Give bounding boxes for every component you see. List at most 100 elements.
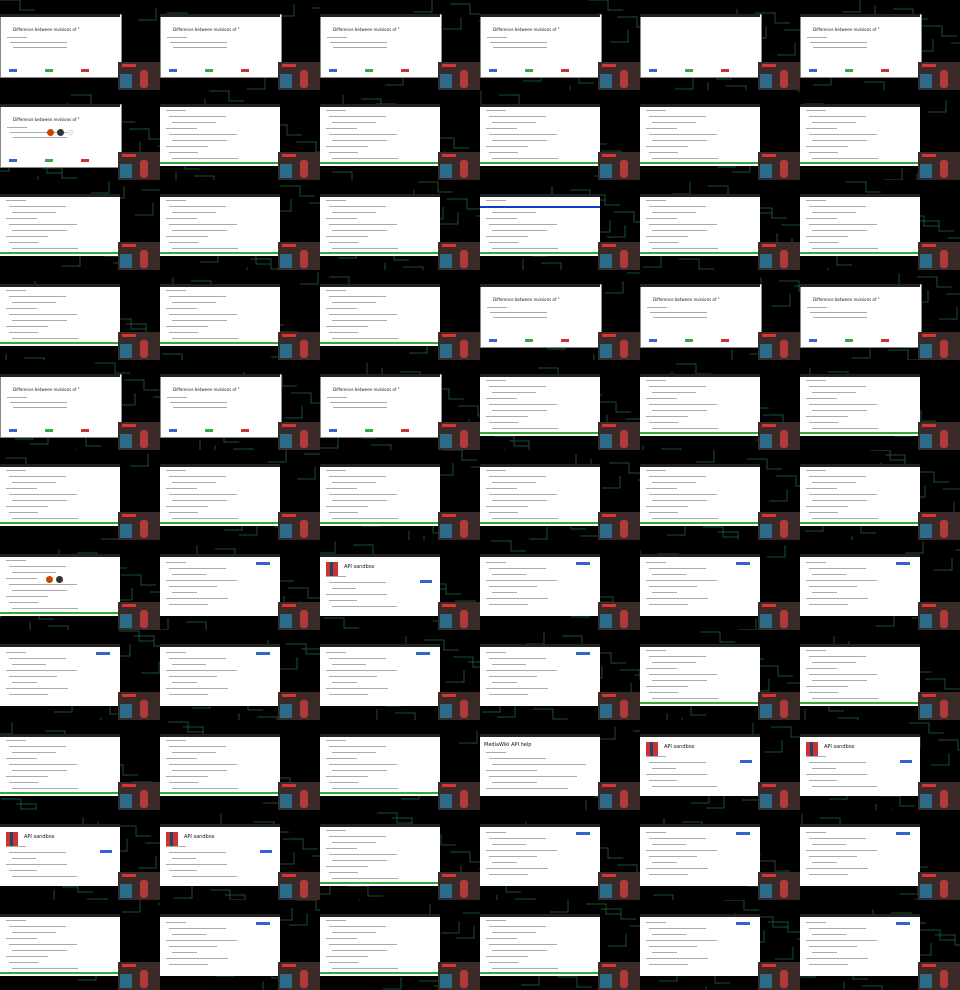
text-line bbox=[809, 692, 838, 693]
text-line bbox=[806, 832, 826, 833]
text-line bbox=[169, 314, 237, 315]
green-button[interactable] bbox=[525, 69, 533, 72]
text-line bbox=[812, 844, 846, 845]
red-button[interactable] bbox=[881, 339, 889, 342]
green-button[interactable] bbox=[45, 159, 53, 162]
blue-button[interactable] bbox=[329, 429, 337, 432]
blue-button[interactable] bbox=[649, 339, 657, 342]
figure bbox=[940, 790, 948, 808]
figure bbox=[300, 700, 308, 718]
blue-button[interactable] bbox=[489, 339, 497, 342]
red-sign bbox=[282, 64, 296, 67]
figure bbox=[940, 70, 948, 88]
text-line bbox=[492, 862, 517, 863]
text-line bbox=[169, 694, 208, 695]
app-icon[interactable] bbox=[56, 576, 63, 583]
red-button[interactable] bbox=[721, 339, 729, 342]
submit-button[interactable] bbox=[740, 760, 752, 763]
form-button[interactable] bbox=[576, 652, 590, 655]
blue-button[interactable] bbox=[169, 429, 177, 432]
form-button[interactable] bbox=[256, 652, 270, 655]
wikipedia-logo bbox=[166, 832, 178, 846]
text-line bbox=[169, 964, 208, 965]
red-button[interactable] bbox=[881, 69, 889, 72]
red-button[interactable] bbox=[561, 69, 569, 72]
video-thumbnail bbox=[438, 332, 480, 360]
text-line bbox=[812, 786, 877, 787]
form-button[interactable] bbox=[736, 562, 750, 565]
text-line bbox=[6, 326, 48, 327]
video-thumbnail bbox=[118, 872, 160, 900]
red-button[interactable] bbox=[81, 69, 89, 72]
red-button[interactable] bbox=[721, 69, 729, 72]
blue-button[interactable] bbox=[169, 69, 177, 72]
form-button[interactable] bbox=[736, 922, 750, 925]
red-button[interactable] bbox=[561, 339, 569, 342]
green-button[interactable] bbox=[845, 69, 853, 72]
red-button[interactable] bbox=[241, 429, 249, 432]
app-icon[interactable] bbox=[67, 129, 74, 136]
blue-button[interactable] bbox=[9, 69, 17, 72]
red-button[interactable] bbox=[401, 69, 409, 72]
green-button[interactable] bbox=[845, 339, 853, 342]
green-button[interactable] bbox=[205, 69, 213, 72]
green-button[interactable] bbox=[685, 69, 693, 72]
text-line bbox=[169, 676, 217, 677]
green-button[interactable] bbox=[525, 339, 533, 342]
text-line bbox=[12, 482, 56, 483]
form-button[interactable] bbox=[896, 922, 910, 925]
video-thumbnail bbox=[758, 962, 800, 990]
screenshot-tile: Difference between revisions of " bbox=[800, 0, 960, 90]
red-button[interactable] bbox=[81, 429, 89, 432]
form-button[interactable] bbox=[896, 562, 910, 565]
red-button[interactable] bbox=[241, 69, 249, 72]
figure bbox=[300, 790, 308, 808]
figure bbox=[140, 610, 148, 628]
form-button[interactable] bbox=[256, 922, 270, 925]
form-button[interactable] bbox=[736, 832, 750, 835]
blue-button[interactable] bbox=[649, 69, 657, 72]
green-button[interactable] bbox=[365, 69, 373, 72]
window-panel bbox=[640, 824, 760, 886]
green-button[interactable] bbox=[685, 339, 693, 342]
blue-button[interactable] bbox=[329, 69, 337, 72]
form-button[interactable] bbox=[576, 562, 590, 565]
app-icon[interactable] bbox=[57, 129, 64, 136]
text-line bbox=[809, 856, 857, 857]
video-thumbnail bbox=[758, 512, 800, 540]
blue-button[interactable] bbox=[9, 159, 17, 162]
window-topbar bbox=[640, 554, 760, 557]
text-line bbox=[9, 566, 66, 567]
blue-button[interactable] bbox=[9, 429, 17, 432]
form-button[interactable] bbox=[96, 652, 110, 655]
submit-button[interactable] bbox=[100, 850, 112, 853]
text-line bbox=[486, 380, 506, 381]
text-line bbox=[169, 852, 226, 853]
green-button[interactable] bbox=[205, 429, 213, 432]
form-button[interactable] bbox=[256, 562, 270, 565]
blue-button[interactable] bbox=[809, 69, 817, 72]
red-button[interactable] bbox=[81, 159, 89, 162]
app-icon[interactable] bbox=[46, 576, 53, 583]
text-line bbox=[332, 842, 376, 843]
green-button[interactable] bbox=[45, 429, 53, 432]
blue-button[interactable] bbox=[489, 69, 497, 72]
form-button[interactable] bbox=[576, 832, 590, 835]
submit-button[interactable] bbox=[900, 760, 912, 763]
text-line bbox=[326, 920, 346, 921]
form-button[interactable] bbox=[896, 832, 910, 835]
text-line bbox=[812, 212, 856, 213]
form-button[interactable] bbox=[416, 652, 430, 655]
submit-button[interactable] bbox=[260, 850, 272, 853]
green-button[interactable] bbox=[365, 429, 373, 432]
submit-button[interactable] bbox=[420, 580, 432, 583]
green-button[interactable] bbox=[45, 69, 53, 72]
blue-button[interactable] bbox=[809, 339, 817, 342]
red-button[interactable] bbox=[401, 429, 409, 432]
blue-block bbox=[280, 884, 292, 898]
text-line bbox=[809, 404, 877, 405]
app-icon[interactable] bbox=[47, 129, 54, 136]
figure bbox=[940, 700, 948, 718]
text-line bbox=[649, 674, 717, 675]
text-line bbox=[13, 47, 67, 48]
